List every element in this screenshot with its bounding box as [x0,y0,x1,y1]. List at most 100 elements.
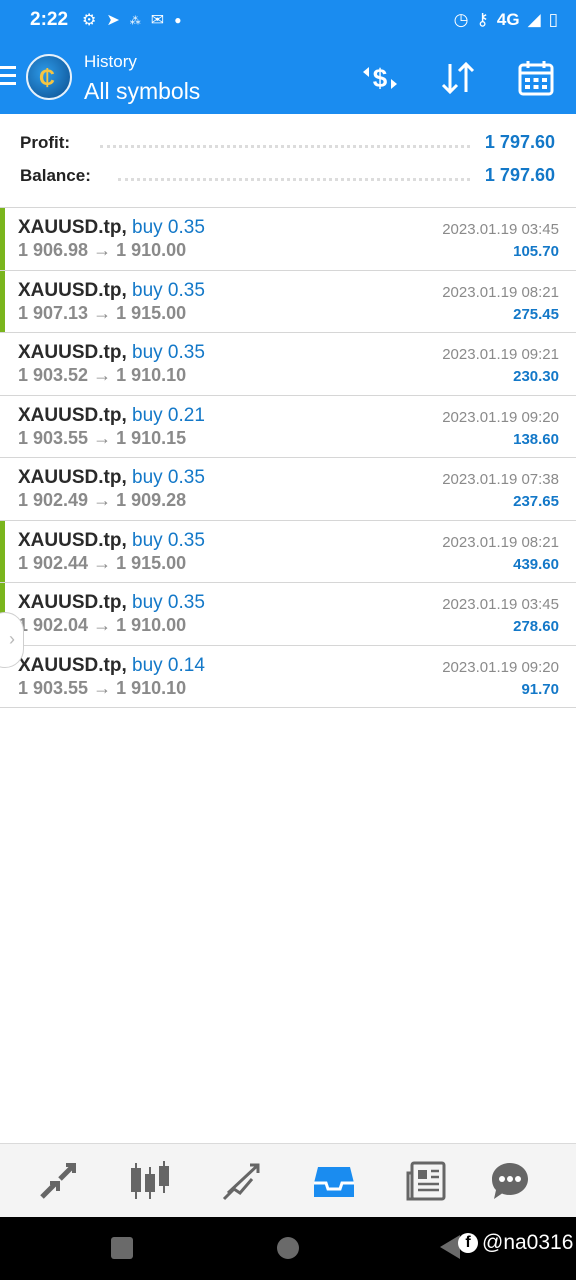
app-bar: ₵ History All symbols $ [0,40,576,114]
trade-row[interactable]: XAUUSD.tp, buy 0.35 1 903.52 → 1 910.10 20… [0,333,576,396]
account-summary: Profit: 1 797.60 Balance: 1 797.60 [0,114,576,208]
key-icon: ⚷ [476,10,489,29]
trade-profit: 105.70 [513,243,559,260]
system-nav-bar: f @na0316 [0,1217,576,1280]
trade-icon[interactable] [220,1159,264,1203]
chat-icon[interactable] [488,1159,532,1203]
trade-symbol-text: XAUUSD.tp, [18,529,127,551]
balance-label: Balance: [20,166,91,185]
trade-symbol: XAUUSD.tp, buy 0.35 [18,342,205,364]
trade-prices: 1 906.98 → 1 910.00 [18,240,187,260]
signal-icon: ◢ [527,10,541,29]
watermark-text: @na0316 [482,1231,574,1254]
trade-datetime: 2023.01.19 08:21 [442,533,559,551]
trade-row[interactable]: XAUUSD.tp, buy 0.35 1 902.04 → 1 910.00 20… [0,583,576,646]
network-label: 4G [496,10,520,29]
trade-row[interactable]: XAUUSD.tp, buy 0.35 1 906.98 → 1 910.00 20… [0,208,576,271]
trade-profit: 278.60 [513,618,559,635]
trade-symbol-text: XAUUSD.tp, [18,279,127,301]
trade-row[interactable]: XAUUSD.tp, buy 0.35 1 902.49 → 1 909.28 20… [0,458,576,521]
battery-icon: ▯ [548,10,558,29]
svg-text:$: $ [373,63,388,93]
home-button[interactable] [277,1237,299,1259]
app-bar-subtitle: History [84,52,137,71]
trade-datetime: 2023.01.19 03:45 [442,221,559,238]
trade-side: buy 0.14 [132,654,205,676]
trade-profit: 237.65 [513,493,559,510]
recents-button[interactable] [111,1237,133,1259]
trade-profit: 138.60 [513,430,559,448]
trade-datetime: 2023.01.19 09:21 [442,346,559,363]
profit-label: Profit: [20,133,71,152]
calendar-icon[interactable] [516,58,556,98]
trade-side: buy 0.35 [132,217,205,238]
trade-symbol-text: XAUUSD.tp, [18,654,127,676]
deposit-withdraw-icon[interactable]: $ [360,58,400,98]
side-panel-handle[interactable]: › [0,612,24,668]
trade-symbol: XAUUSD.tp, buy 0.14 [18,655,205,677]
newspaper-icon[interactable] [404,1159,448,1203]
trade-datetime: 2023.01.19 09:20 [442,658,559,676]
trade-symbol-text: XAUUSD.tp, [18,592,127,613]
watermark: f @na0316 [458,1231,573,1255]
trade-symbol: XAUUSD.tp, buy 0.21 [18,405,205,427]
trade-history-list: XAUUSD.tp, buy 0.35 1 906.98 → 1 910.00 20… [0,208,576,708]
profit-row: Profit: 1 797.60 [0,128,576,158]
trade-row[interactable]: XAUUSD.tp, buy 0.35 1 907.13 → 1 915.00 20… [0,270,576,333]
chevron-right-icon: › [9,629,15,649]
balance-value: 1 797.60 [484,165,555,185]
trade-profit: 275.45 [513,305,559,323]
balance-row: Balance: 1 797.60 [0,161,576,191]
trade-row[interactable]: XAUUSD.tp, buy 0.14 1 903.55 → 1 910.10 20… [0,646,576,708]
mail-icon: ✉ [150,12,165,29]
trade-symbol-text: XAUUSD.tp, [18,342,127,363]
gear-icon: ⚙ [82,12,97,29]
trade-symbol-text: XAUUSD.tp, [18,217,127,238]
status-time: 2:22 [30,9,69,30]
quotes-icon[interactable] [36,1159,80,1203]
app-logo: ₵ [26,54,72,100]
trade-prices: 1 902.44 → 1 915.00 [18,552,187,573]
trade-highlight-bar [0,208,5,270]
trade-highlight-bar [0,520,5,582]
trade-prices: 1 903.52 → 1 910.10 [18,365,187,385]
back-button[interactable] [440,1235,460,1259]
trade-profit: 439.60 [513,555,559,573]
trade-side: buy 0.35 [132,279,205,301]
trade-datetime: 2023.01.19 07:38 [442,471,559,488]
inbox-icon[interactable] [312,1159,356,1203]
trade-prices: 1 903.55 → 1 910.15 [18,427,187,448]
bottom-tab-bar [0,1143,576,1217]
trade-row[interactable]: XAUUSD.tp, buy 0.35 1 902.44 → 1 915.00 20… [0,520,576,583]
trade-side: buy 0.35 [132,342,205,363]
trade-side: buy 0.35 [132,467,205,488]
trade-symbol-text: XAUUSD.tp, [18,404,127,426]
trade-profit: 91.70 [521,680,559,698]
trade-prices: 1 902.49 → 1 909.28 [18,490,187,510]
telegram-icon: ➤ [106,12,120,29]
menu-icon[interactable] [0,66,16,88]
trade-symbol: XAUUSD.tp, buy 0.35 [18,592,205,614]
trade-prices: 1 902.04 → 1 910.00 [18,615,187,635]
trade-symbol-text: XAUUSD.tp, [18,467,127,488]
trade-datetime: 2023.01.19 09:20 [442,408,559,426]
trade-prices: 1 903.55 → 1 910.10 [18,677,187,698]
sort-icon[interactable] [438,58,478,98]
candlestick-icon[interactable] [128,1159,172,1203]
trade-prices: 1 907.13 → 1 915.00 [18,302,187,323]
trade-side: buy 0.35 [132,529,205,551]
trade-symbol: XAUUSD.tp, buy 0.35 [18,530,205,552]
symbol-selector[interactable]: All symbols [84,78,200,105]
trade-highlight-bar [0,270,5,332]
trade-datetime: 2023.01.19 03:45 [442,596,559,613]
app-notification-icon: ⁂ [129,14,141,27]
trade-profit: 230.30 [513,368,559,385]
notification-dot-icon: ● [174,13,182,27]
trade-symbol: XAUUSD.tp, buy 0.35 [18,467,205,489]
trade-datetime: 2023.01.19 08:21 [442,283,559,301]
trade-symbol: XAUUSD.tp, buy 0.35 [18,280,205,302]
status-bar: 2:22 ⚙ ➤ ⁂ ✉ ● ◷ ⚷ 4G ◢ ▯ [0,0,576,40]
leader-dots [100,145,470,148]
alarm-icon: ◷ [453,10,469,29]
trade-row[interactable]: XAUUSD.tp, buy 0.21 1 903.55 → 1 910.15 20… [0,396,576,458]
